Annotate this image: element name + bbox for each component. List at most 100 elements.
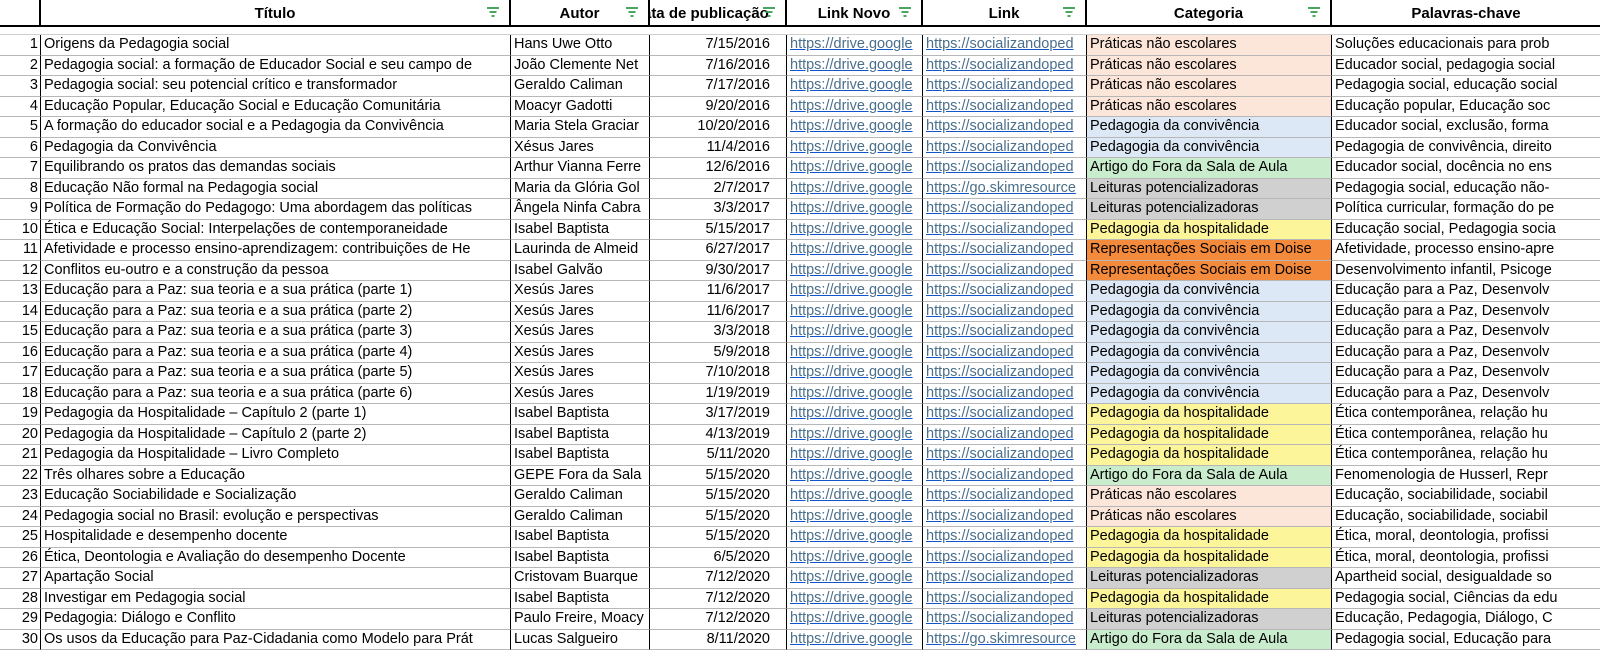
- link-cell[interactable]: https://socializandoped: [923, 465, 1087, 486]
- link-cell[interactable]: https://socializandoped: [923, 547, 1087, 568]
- categoria-cell[interactable]: Pedagogia da hospitalidade: [1087, 219, 1332, 240]
- data-cell[interactable]: 11/6/2017: [650, 301, 787, 322]
- link-cell[interactable]: https://socializandoped: [923, 445, 1087, 466]
- data-cell[interactable]: 5/15/2017: [650, 219, 787, 240]
- data-cell[interactable]: 5/11/2020: [650, 445, 787, 466]
- row-number-cell[interactable]: 5: [0, 117, 41, 138]
- palavras-chave-cell[interactable]: Ética contemporânea, relação hu: [1332, 404, 1600, 425]
- autor-cell[interactable]: Cristovam Buarque: [511, 568, 650, 589]
- data-cell[interactable]: 5/15/2020: [650, 527, 787, 548]
- link-text[interactable]: https://socializandoped: [926, 405, 1074, 421]
- link-novo-cell[interactable]: https://drive.google: [787, 322, 923, 343]
- link-text[interactable]: https://drive.google: [790, 508, 913, 524]
- categoria-cell[interactable]: Leituras potencializadoras: [1087, 199, 1332, 220]
- data-cell[interactable]: 7/12/2020: [650, 588, 787, 609]
- link-text[interactable]: https://drive.google: [790, 282, 913, 298]
- titulo-cell[interactable]: Educação Sociabilidade e Socialização: [41, 486, 511, 507]
- link-cell[interactable]: https://socializandoped: [923, 404, 1087, 425]
- titulo-cell[interactable]: Ética e Educação Social: Interpelações d…: [41, 219, 511, 240]
- link-novo-cell[interactable]: https://drive.google: [787, 465, 923, 486]
- link-cell[interactable]: https://socializandoped: [923, 588, 1087, 609]
- link-novo-cell[interactable]: https://drive.google: [787, 117, 923, 138]
- autor-cell[interactable]: Geraldo Caliman: [511, 76, 650, 97]
- link-text[interactable]: https://drive.google: [790, 77, 913, 93]
- autor-cell[interactable]: Isabel Baptista: [511, 527, 650, 548]
- autor-cell[interactable]: Xesús Jares: [511, 301, 650, 322]
- link-text[interactable]: https://drive.google: [790, 590, 913, 606]
- row-number-cell[interactable]: 25: [0, 527, 41, 548]
- link-text[interactable]: https://socializandoped: [926, 57, 1074, 73]
- link-cell[interactable]: https://socializandoped: [923, 260, 1087, 281]
- link-text[interactable]: https://socializandoped: [926, 364, 1074, 380]
- link-text[interactable]: https://drive.google: [790, 180, 913, 196]
- link-text[interactable]: https://socializandoped: [926, 262, 1074, 278]
- link-cell[interactable]: https://socializandoped: [923, 527, 1087, 548]
- autor-cell[interactable]: Arthur Vianna Ferre: [511, 158, 650, 179]
- autor-cell[interactable]: Isabel Baptista: [511, 445, 650, 466]
- autor-cell[interactable]: Xesús Jares: [511, 281, 650, 302]
- categoria-cell[interactable]: Pedagogia da convivência: [1087, 322, 1332, 343]
- header-palavras-chave[interactable]: Palavras-chave: [1332, 0, 1600, 27]
- titulo-cell[interactable]: Pedagogia social: seu potencial crítico …: [41, 76, 511, 97]
- row-number-cell[interactable]: 26: [0, 547, 41, 568]
- titulo-cell[interactable]: Pedagogia social no Brasil: evolução e p…: [41, 506, 511, 527]
- row-number-cell[interactable]: 27: [0, 568, 41, 589]
- autor-cell[interactable]: Geraldo Caliman: [511, 506, 650, 527]
- link-text[interactable]: https://socializandoped: [926, 446, 1074, 462]
- link-novo-cell[interactable]: https://drive.google: [787, 424, 923, 445]
- link-text[interactable]: https://socializandoped: [926, 282, 1074, 298]
- link-cell[interactable]: https://socializandoped: [923, 158, 1087, 179]
- palavras-chave-cell[interactable]: Educação para a Paz, Desenvolv: [1332, 302, 1600, 322]
- row-number-cell[interactable]: 30: [0, 629, 41, 650]
- palavras-chave-cell[interactable]: Educação para a Paz, Desenvolv: [1332, 343, 1600, 363]
- link-text[interactable]: https://drive.google: [790, 241, 913, 257]
- data-cell[interactable]: 9/30/2017: [650, 260, 787, 281]
- categoria-cell[interactable]: Artigo do Fora da Sala de Aula: [1087, 629, 1332, 650]
- row-number-cell[interactable]: 16: [0, 342, 41, 363]
- link-novo-cell[interactable]: https://drive.google: [787, 35, 923, 56]
- categoria-cell[interactable]: Pedagogia da hospitalidade: [1087, 445, 1332, 466]
- link-text[interactable]: https://socializandoped: [926, 467, 1074, 483]
- autor-cell[interactable]: Xesús Jares: [511, 363, 650, 384]
- link-text[interactable]: https://drive.google: [790, 118, 913, 134]
- link-novo-cell[interactable]: https://drive.google: [787, 609, 923, 630]
- titulo-cell[interactable]: Hospitalidade e desempenho docente: [41, 527, 511, 548]
- autor-cell[interactable]: Isabel Baptista: [511, 219, 650, 240]
- row-number-cell[interactable]: 7: [0, 158, 41, 179]
- header-link-novo[interactable]: Link Novo: [787, 0, 923, 27]
- categoria-cell[interactable]: Representações Sociais em Doise: [1087, 260, 1332, 281]
- categoria-cell[interactable]: Pedagogia da hospitalidade: [1087, 588, 1332, 609]
- row-number-cell[interactable]: 12: [0, 260, 41, 281]
- data-cell[interactable]: 2/7/2017: [650, 178, 787, 199]
- link-text[interactable]: https://socializandoped: [926, 241, 1074, 257]
- autor-cell[interactable]: Laurinda de Almeid: [511, 240, 650, 261]
- link-text[interactable]: https://drive.google: [790, 36, 913, 52]
- palavras-chave-cell[interactable]: Pedagogia social, Ciências da edu: [1332, 589, 1600, 609]
- row-number-cell[interactable]: 3: [0, 76, 41, 97]
- link-text[interactable]: https://socializandoped: [926, 323, 1074, 339]
- link-text[interactable]: https://socializandoped: [926, 303, 1074, 319]
- categoria-cell[interactable]: Pedagogia da convivência: [1087, 281, 1332, 302]
- link-text[interactable]: https://drive.google: [790, 549, 913, 565]
- link-novo-cell[interactable]: https://drive.google: [787, 219, 923, 240]
- autor-cell[interactable]: Xesús Jares: [511, 322, 650, 343]
- link-cell[interactable]: https://socializandoped: [923, 35, 1087, 56]
- titulo-cell[interactable]: Apartação Social: [41, 568, 511, 589]
- data-cell[interactable]: 5/9/2018: [650, 342, 787, 363]
- row-number-cell[interactable]: 19: [0, 404, 41, 425]
- autor-cell[interactable]: Isabel Galvão: [511, 260, 650, 281]
- data-cell[interactable]: 12/6/2016: [650, 158, 787, 179]
- categoria-cell[interactable]: Representações Sociais em Doise: [1087, 240, 1332, 261]
- link-novo-cell[interactable]: https://drive.google: [787, 568, 923, 589]
- link-cell[interactable]: https://socializandoped: [923, 76, 1087, 97]
- link-novo-cell[interactable]: https://drive.google: [787, 506, 923, 527]
- palavras-chave-cell[interactable]: Educação, sociabilidade, sociabil: [1332, 507, 1600, 527]
- titulo-cell[interactable]: A formação do educador social e a Pedago…: [41, 117, 511, 138]
- titulo-cell[interactable]: Conflitos eu-outro e a construção da pes…: [41, 260, 511, 281]
- palavras-chave-cell[interactable]: Ética contemporânea, relação hu: [1332, 425, 1600, 445]
- categoria-cell[interactable]: Práticas não escolares: [1087, 76, 1332, 97]
- titulo-cell[interactable]: Educação para a Paz: sua teoria e a sua …: [41, 322, 511, 343]
- link-text[interactable]: https://drive.google: [790, 467, 913, 483]
- titulo-cell[interactable]: Três olhares sobre a Educação: [41, 465, 511, 486]
- titulo-cell[interactable]: Educação para a Paz: sua teoria e a sua …: [41, 281, 511, 302]
